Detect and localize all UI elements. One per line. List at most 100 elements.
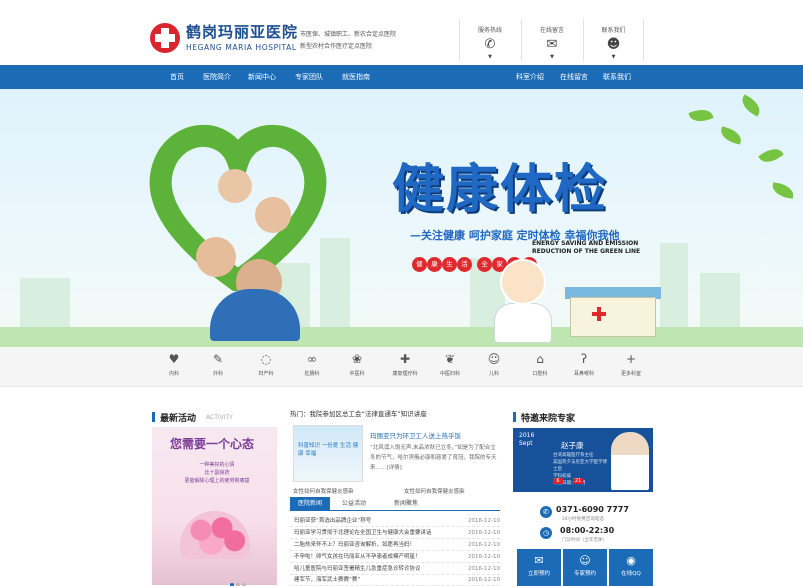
hospital-logo[interactable]: 鹤岗玛丽亚医院 HEGANG MARIA HOSPITAL bbox=[150, 19, 298, 59]
dept-ent[interactable]: ʔ 耳鼻喉科 bbox=[564, 349, 604, 379]
chat-icon: ✉ bbox=[546, 37, 558, 52]
dept-tcm-gynecology[interactable]: ❦ 中医妇科 bbox=[430, 349, 470, 379]
news-list-item[interactable]: 建军节，海军武士赛赛“赛” 2016-12-10 bbox=[290, 574, 500, 586]
expert-page[interactable]: 21 bbox=[573, 478, 583, 484]
news-list-item[interactable]: 二胎热来怀不上？玛丽亚咨询解析，如愿再当妈！ 2016-12-10 bbox=[290, 539, 500, 551]
tab-charity[interactable]: 公益活动 bbox=[334, 497, 374, 511]
button-label: 专家预约 bbox=[573, 571, 596, 577]
hotline-number[interactable]: 0371-6090 7777 bbox=[556, 505, 629, 514]
flower-heart-image bbox=[180, 511, 250, 559]
dept-tcm[interactable]: ❀ 中医科 bbox=[337, 349, 377, 379]
box-label: 在线留言 bbox=[539, 27, 564, 34]
dept-surgery[interactable]: ✎ 外科 bbox=[198, 349, 238, 379]
button-label: 立即预约 bbox=[527, 571, 550, 577]
dept-rehab[interactable]: ✚ 康复理疗科 bbox=[385, 349, 425, 379]
activity-poster[interactable]: 您需要一个心态 一种美好的心情 比十副良药 更能解除心理上的疲劳和痛楚 bbox=[152, 427, 277, 585]
nav-message[interactable]: 在线留言 bbox=[560, 65, 588, 89]
news-caption[interactable]: 女性如何自我保健炎感染 bbox=[293, 487, 354, 495]
expert-card[interactable]: 2016 Sept 赵子康 台湾高雄医疗系主任 美国宾夕法尼亚大学医学博士后 学… bbox=[513, 428, 653, 492]
news-item-title: 玛丽亚获“首选出品牌企业”称号 bbox=[294, 518, 372, 524]
dept-label: 康复理疗科 bbox=[392, 371, 418, 377]
expert-pager: 6 21 bbox=[553, 478, 593, 484]
cartoon-clinic-building bbox=[570, 297, 656, 337]
section-marker bbox=[152, 412, 155, 422]
building-silhouette bbox=[700, 273, 740, 333]
clinic-hours: 08:00-22:30 bbox=[560, 526, 615, 535]
slider-dots bbox=[230, 572, 248, 586]
box-label: 服务热线 bbox=[477, 27, 502, 34]
box-label: 联系我们 bbox=[601, 27, 626, 34]
news-list-item[interactable]: 不孕啦！卵气女孩在玛丽亚从不孕患者成模产明星！ 2016-12-10 bbox=[290, 551, 500, 563]
pill-badge: 全 bbox=[477, 257, 493, 272]
chevron-down-icon: ▼ bbox=[550, 54, 554, 60]
news-item-title: 不孕啦！卵气女孩在玛丽亚从不孕患者成模产明星！ bbox=[294, 554, 421, 560]
phone-icon: ✆ bbox=[484, 37, 496, 52]
energy-line: ENERGY SAVING AND EMISSION bbox=[532, 240, 639, 247]
page: 鹤岗玛丽亚医院 HEGANG MARIA HOSPITAL 市医保、城镇职工、新… bbox=[0, 0, 803, 586]
poster-text: 一种美好的心情 比十副良药 更能解除心理上的疲劳和痛楚 bbox=[172, 461, 262, 485]
news-list-item[interactable]: 玛丽亚获“首选出品牌企业”称号 2016-12-10 bbox=[290, 515, 500, 527]
news-caption[interactable]: 女性如何自我保健炎感染 bbox=[404, 487, 465, 495]
hotline-caption: 24小时免费咨询电话 bbox=[562, 517, 604, 522]
dept-dental[interactable]: ⌂ 口腔科 bbox=[520, 349, 560, 379]
dept-internal-medicine[interactable]: ♥ 内科 bbox=[154, 349, 194, 379]
nav-experts[interactable]: 专家团队 bbox=[295, 65, 323, 89]
expert-booking-button[interactable]: ☺ 专家预约 bbox=[563, 549, 607, 586]
header-slogans: 市医保、城镇职工、新农合定点医院 新型农村合作医疗定点医院 bbox=[300, 29, 450, 53]
expert-page[interactable]: 6 bbox=[553, 478, 563, 484]
leaf-icon: ❦ bbox=[444, 352, 456, 366]
nav-about[interactable]: 医院简介 bbox=[203, 65, 231, 89]
online-message-box[interactable]: 在线留言 ✉ ▼ bbox=[521, 19, 582, 61]
dept-pediatrics[interactable]: ☺ 儿科 bbox=[474, 349, 514, 379]
news-list-item[interactable]: 玛丽亚学习贯彻于北理论在全国卫生与健康大会重要讲话 2016-12-10 bbox=[290, 527, 500, 539]
health-checkup-banner[interactable]: 健康体检 —关注健康 呵护家庭 定时体检 幸福你我他 ENERGY SAVING… bbox=[0, 89, 803, 347]
feature-news-summary: “北风凛入饱无声,未品浓秋已立冬。”如是为了配合立冬的节气，哈尔滨俄必康和慈爱了… bbox=[370, 445, 497, 471]
stomach-icon: ♥ bbox=[168, 352, 180, 366]
hot-news-link[interactable]: 热门：我院参加区总工会“法律直通车”知识讲座 bbox=[290, 408, 427, 418]
news-thumbnail[interactable]: 科普知识 一份爱 生活 健康 幸福 bbox=[293, 425, 363, 482]
tab-hospital-news[interactable]: 医院新闻 bbox=[290, 497, 330, 511]
expert-date: 2016 Sept bbox=[519, 432, 534, 448]
building-silhouette bbox=[20, 278, 70, 333]
nav-guide[interactable]: 就医指南 bbox=[342, 65, 370, 89]
dept-label: 更多科室 bbox=[620, 371, 641, 377]
dept-label: 耳鼻喉科 bbox=[573, 371, 594, 377]
book-now-button[interactable]: ✉ 立即预约 bbox=[517, 549, 561, 586]
family-photo-boy bbox=[255, 197, 291, 233]
phone-icon: ✆ bbox=[540, 506, 552, 518]
expert-month: Sept bbox=[519, 440, 533, 447]
expert-desc-line: 美国宾夕法尼亚大学医学博士后 bbox=[553, 460, 607, 472]
feature-news-title[interactable]: 玛丽亚只为环卫工人送上热乎饭 bbox=[370, 430, 461, 440]
activity-title: 最新活动 bbox=[160, 414, 197, 424]
qq-icon: ◉ bbox=[626, 554, 636, 567]
grass-strip bbox=[0, 327, 803, 347]
chevron-down-icon: ▼ bbox=[611, 54, 616, 60]
ear-icon: ʔ bbox=[580, 352, 588, 366]
service-hotline-box[interactable]: 服务热线 ✆ ▼ bbox=[459, 19, 520, 61]
building-silhouette bbox=[660, 243, 688, 333]
nav-news[interactable]: 新闻中心 bbox=[248, 65, 276, 89]
tab-focus[interactable]: 新闻聚焦 bbox=[386, 497, 426, 511]
nav-home[interactable]: 首页 bbox=[170, 65, 184, 89]
logo-chinese-name: 鹤岗玛丽亚医院 bbox=[186, 23, 299, 41]
pill-badge: 康 bbox=[427, 257, 442, 272]
nav-contact[interactable]: 联系我们 bbox=[603, 65, 631, 89]
news-item-date: 2016-12-10 bbox=[468, 554, 500, 560]
dept-more[interactable]: + 更多科室 bbox=[611, 349, 651, 379]
online-qq-button[interactable]: ◉ 在线QQ bbox=[609, 549, 653, 586]
dept-label: 儿科 bbox=[488, 371, 499, 377]
news-item-date: 2016-12-10 bbox=[468, 542, 500, 548]
contact-us-box[interactable]: 联系我们 ☻ ▼ bbox=[583, 19, 644, 61]
hours-caption: 门诊时间（全年无休） bbox=[562, 538, 607, 543]
nav-departments[interactable]: 科室介绍 bbox=[516, 65, 544, 89]
plus-icon: + bbox=[625, 352, 637, 366]
banner-headline: 健康体检 bbox=[392, 160, 609, 220]
dept-label: 肛肠科 bbox=[304, 371, 320, 377]
dept-anorectal[interactable]: ∞ 肛肠科 bbox=[292, 349, 332, 379]
dept-obstetrics[interactable]: ◌ 妇产科 bbox=[246, 349, 286, 379]
leaf-decoration bbox=[738, 94, 764, 117]
dept-label: 中医妇科 bbox=[439, 371, 460, 377]
expert-year: 2016 bbox=[519, 432, 535, 439]
activity-en-title: ACTIVITY bbox=[206, 414, 233, 421]
poster-line: 一种美好的心情 bbox=[199, 462, 235, 468]
